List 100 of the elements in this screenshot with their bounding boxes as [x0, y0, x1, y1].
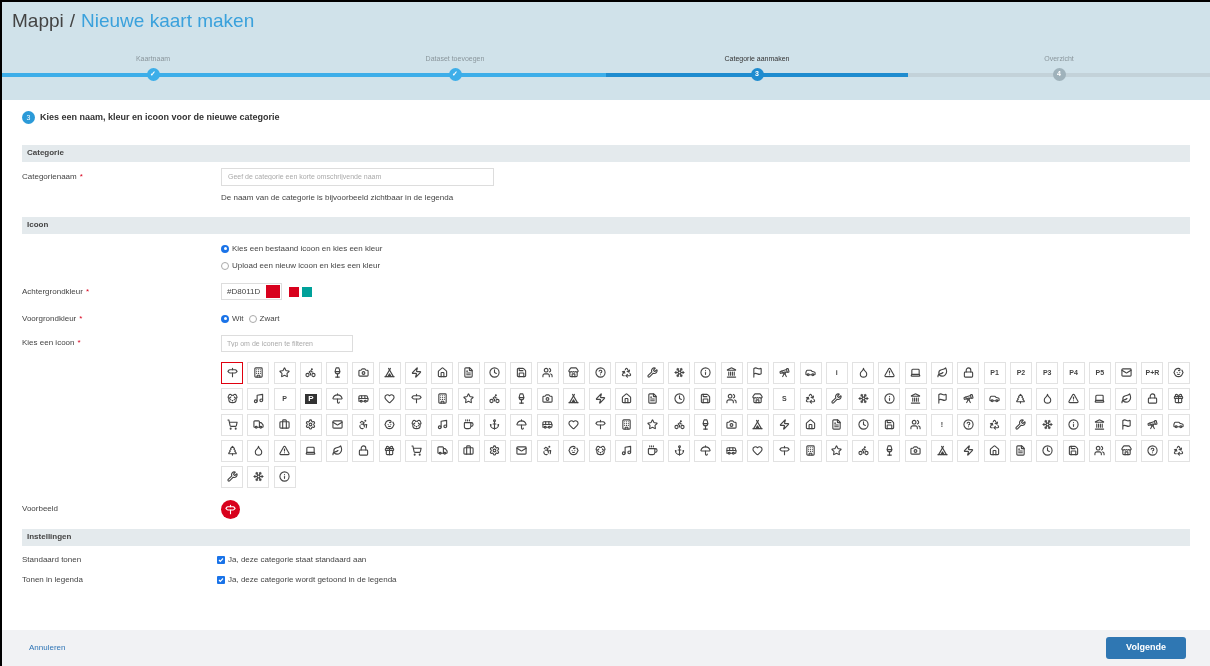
- recycle-icon: [989, 419, 1001, 430]
- drop-icon: [857, 367, 869, 378]
- music-note-icon: [620, 445, 632, 456]
- accessibility-icon: [358, 419, 369, 430]
- signpost-icon: [225, 503, 236, 515]
- building-icon: [620, 419, 632, 430]
- briefcase-icon: [463, 445, 475, 456]
- field-label: Voorbeeld: [22, 503, 59, 515]
- cancel-link[interactable]: Annuleren: [29, 642, 66, 654]
- bicycle-icon: [673, 419, 685, 430]
- bus-icon: [542, 419, 554, 430]
- flag-icon: [752, 367, 764, 378]
- wrench-icon: [226, 471, 238, 482]
- signpost-icon: [226, 367, 238, 378]
- telescope-icon: [778, 367, 790, 378]
- radio-label: Kies een bestaand icoon en kies een kleur: [232, 242, 383, 255]
- radio-button[interactable]: [248, 314, 257, 323]
- warning-icon: [883, 367, 895, 378]
- lightning-icon: [962, 445, 974, 456]
- heart-icon: [384, 393, 396, 404]
- heart-icon: [752, 445, 764, 456]
- next-button[interactable]: Volgende: [1106, 637, 1186, 659]
- baby-icon: [384, 419, 396, 430]
- document-icon: [1015, 445, 1027, 456]
- clock-icon: [489, 367, 501, 378]
- color-field[interactable]: #D8011D: [221, 283, 283, 300]
- icon-option[interactable]: P: [299, 387, 322, 410]
- radio-button[interactable]: [221, 261, 229, 270]
- coffee-cup-icon: [647, 445, 659, 456]
- question-mark-icon: [594, 367, 606, 378]
- store-icon: [752, 393, 764, 404]
- laptop-icon: [305, 445, 317, 456]
- icon-option[interactable]: [221, 361, 243, 384]
- clock-icon: [673, 393, 685, 404]
- leaf-icon: [331, 445, 343, 456]
- color-swatch[interactable]: [302, 286, 313, 297]
- drop-icon: [252, 445, 264, 456]
- envelope-icon: [515, 445, 527, 456]
- page-title: Nieuwe kaart maken: [81, 11, 255, 30]
- checkbox[interactable]: [217, 555, 225, 564]
- star-icon: [463, 393, 475, 404]
- color-swatch[interactable]: [289, 286, 300, 297]
- flag-icon: [1120, 419, 1132, 430]
- wrench-icon: [647, 367, 659, 378]
- question-mark-icon: [962, 419, 974, 430]
- checkbox-label: Ja, deze categorie staat standaard aan: [228, 553, 367, 566]
- coffee-cup-icon: [463, 419, 475, 430]
- truck-icon: [252, 419, 264, 430]
- lock-icon: [358, 445, 369, 456]
- dog-icon: [226, 393, 238, 404]
- lock-icon: [1146, 393, 1158, 404]
- anchor-icon: [673, 445, 685, 456]
- bus-icon: [358, 393, 369, 404]
- camera-icon: [358, 367, 369, 378]
- clock-icon: [857, 419, 869, 430]
- leaf-icon: [936, 367, 948, 378]
- house-icon: [989, 445, 1001, 456]
- color-value: #D8011D: [227, 285, 261, 298]
- signpost-icon: [778, 445, 790, 456]
- breadcrumb-root[interactable]: Mappi: [12, 11, 64, 30]
- building-icon: [436, 393, 448, 404]
- document-icon: [647, 393, 659, 404]
- briefcase-icon: [279, 419, 291, 430]
- shopping-cart-icon: [410, 445, 422, 456]
- section-header: Categorie: [22, 144, 1190, 162]
- drop-icon: [1041, 393, 1053, 404]
- required-mark: *: [77, 337, 81, 349]
- tent-icon: [752, 419, 764, 430]
- icon-letters: P: [305, 393, 317, 404]
- radio-button[interactable]: [221, 244, 229, 253]
- info-icon: [883, 393, 895, 404]
- radio-label: Zwart: [259, 312, 280, 325]
- field-label: Standaard tonen: [22, 553, 82, 566]
- people-icon: [910, 419, 922, 430]
- required-mark: *: [85, 285, 90, 298]
- signpost-icon: [410, 393, 422, 404]
- lightning-icon: [410, 367, 422, 378]
- recycle-icon: [805, 393, 817, 404]
- museum-icon: [726, 367, 738, 378]
- star-icon: [831, 445, 843, 456]
- recycle-icon: [620, 367, 632, 378]
- snowflake-icon: [857, 393, 869, 404]
- section-header: Icoon: [22, 216, 1190, 234]
- building-icon: [805, 445, 817, 456]
- music-note-icon: [252, 393, 264, 404]
- music-note-icon: [436, 419, 448, 430]
- field-label: Voorgrondkleur: [22, 312, 77, 325]
- radio-button[interactable]: [221, 314, 229, 323]
- snowflake-icon: [252, 471, 264, 482]
- telescope-icon: [962, 393, 974, 404]
- document-icon: [463, 367, 475, 378]
- store-icon: [568, 367, 580, 378]
- checkbox[interactable]: [217, 575, 225, 584]
- tent-icon: [568, 393, 580, 404]
- warning-icon: [1068, 393, 1079, 404]
- house-icon: [805, 419, 817, 430]
- info-icon: [699, 367, 711, 378]
- umbrella-icon: [515, 419, 527, 430]
- laptop-icon: [910, 367, 922, 378]
- people-icon: [726, 393, 738, 404]
